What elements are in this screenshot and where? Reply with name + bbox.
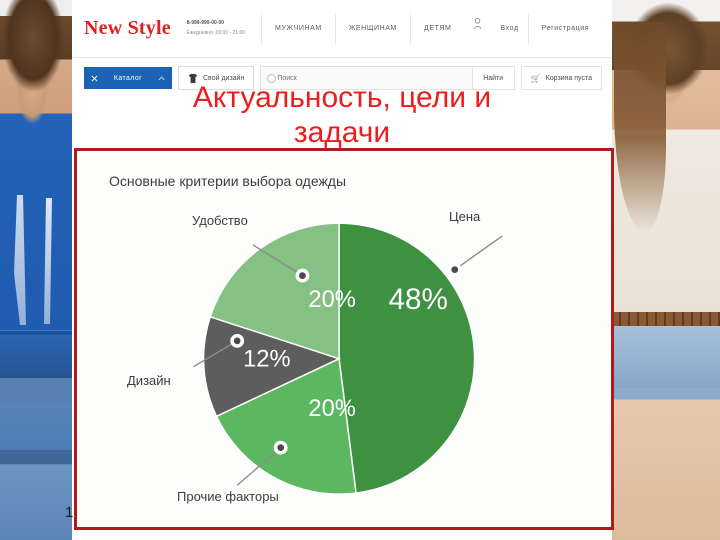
- search-input[interactable]: [261, 73, 472, 83]
- cart-button[interactable]: 🛒 Корзина пуста: [520, 66, 602, 90]
- site-hours: Ежедневно: 09:00 - 21:00: [186, 29, 246, 36]
- pie-value-dizayn: 12%: [243, 347, 290, 373]
- page-number: 1: [65, 504, 74, 521]
- site-main-nav: МУЖЧИНАМ ЖЕНЩИНАМ ДЕТЯМ Вход Регистрация: [261, 13, 603, 44]
- callout-line-cena: [454, 235, 503, 271]
- photo-woman-white-sweater: [612, 0, 720, 540]
- account-icon-link[interactable]: [464, 14, 491, 44]
- catalog-button-label: Каталог: [113, 74, 143, 82]
- site-contact-block: 8-999-999-00-00 Ежедневно: 09:00 - 21:00: [187, 19, 245, 38]
- catalog-button[interactable]: Каталог: [84, 67, 172, 89]
- site-header: New Style 8-999-999-00-00 Ежедневно: 09:…: [72, 0, 612, 58]
- pie-label-udobstvo: Удобство: [192, 213, 248, 228]
- slide: New Style 8-999-999-00-00 Ежедневно: 09:…: [0, 0, 720, 540]
- chart-card: Основные критерии выбора одежды 48% 20% …: [74, 148, 614, 530]
- site-toolbar: Каталог Свой дизайн Найти 🛒 Корзина пуст…: [72, 58, 612, 90]
- hoodie-pocket: [0, 330, 72, 403]
- site-logo[interactable]: New Style: [84, 17, 171, 40]
- pie-label-dizayn: Дизайн: [127, 373, 171, 388]
- chevron-up-icon: [158, 75, 165, 80]
- site-phone[interactable]: 8-999-999-00-00: [187, 19, 245, 29]
- cart-label: Корзина пуста: [545, 74, 592, 82]
- tshirt-icon: [188, 73, 198, 83]
- menu-icon: [91, 74, 98, 82]
- cart-icon: 🛒: [530, 73, 541, 83]
- pie-label-cena: Цена: [449, 209, 481, 224]
- hoodie-hem: [0, 450, 72, 464]
- pie-value-prochie: 20%: [308, 396, 355, 422]
- nav-item-kids[interactable]: ДЕТЯМ: [409, 13, 464, 44]
- pie-chart: 48% 20% 12% 20%: [193, 222, 503, 495]
- pie-value-cena: 48%: [388, 283, 447, 316]
- photo-woman-belt: [612, 312, 720, 326]
- own-design-label: Свой дизайн: [203, 74, 245, 82]
- nav-item-men[interactable]: МУЖЧИНАМ: [261, 13, 335, 44]
- person-icon: [474, 17, 482, 29]
- photo-man-blue-hoodie: [0, 0, 72, 540]
- find-button[interactable]: Найти: [471, 67, 514, 89]
- callout-dot-prochie: [277, 444, 285, 452]
- own-design-button[interactable]: Свой дизайн: [178, 66, 255, 90]
- pie-label-prochie: Прочие факторы: [177, 489, 279, 504]
- pie-value-udobstvo: 20%: [308, 287, 355, 313]
- photo-woman-shorts: [612, 326, 720, 388]
- nav-item-women[interactable]: ЖЕНЩИНАМ: [334, 13, 410, 44]
- register-link[interactable]: Регистрация: [527, 13, 603, 44]
- login-link[interactable]: Вход: [491, 14, 527, 44]
- search-box: Найти: [260, 66, 515, 90]
- search-icon: [267, 73, 277, 83]
- website-screenshot: New Style 8-999-999-00-00 Ежедневно: 09:…: [72, 0, 612, 150]
- callout-dot-dizayn: [233, 337, 241, 345]
- callout-dot-udobstvo: [299, 272, 306, 279]
- callout-dot-cena: [451, 266, 459, 274]
